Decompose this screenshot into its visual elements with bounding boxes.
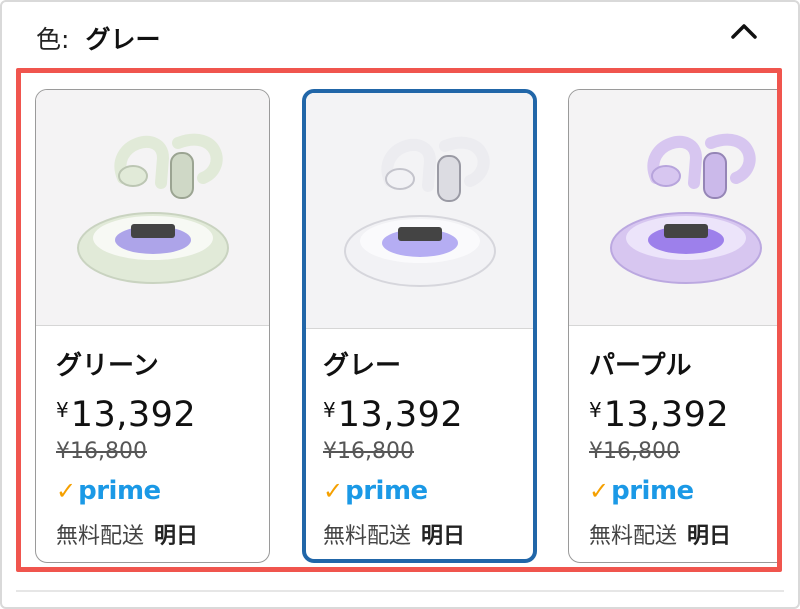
product-image: [569, 90, 777, 326]
variant-name: グレー: [323, 351, 402, 381]
prime-badge: ✓ prime: [323, 476, 525, 506]
prime-check-icon: ✓: [323, 477, 344, 505]
product-image: [36, 90, 269, 326]
variant-price: ¥13,392: [56, 390, 261, 435]
prime-badge: ✓ prime: [589, 476, 777, 506]
variant-card-purple[interactable]: パープル ¥13,392 ¥16,800 ✓ prime 無料配送 明日: [568, 89, 777, 563]
prime-label: prime: [611, 476, 694, 506]
earbuds-icon: [343, 136, 496, 287]
variant-name: グリーン: [56, 351, 159, 381]
shipping-info: 無料配送 明日: [56, 518, 261, 550]
prime-check-icon: ✓: [56, 477, 77, 505]
prime-label: prime: [78, 476, 161, 506]
shipping-label: 無料配送: [56, 524, 145, 549]
variant-card-green[interactable]: グリーン ¥13,392 ¥16,800 ✓ prime 無料配送 明日: [35, 89, 270, 563]
color-selection-header: 色: グレー: [36, 18, 160, 58]
variant-price: ¥13,392: [323, 390, 525, 435]
price-amount: 13,392: [337, 395, 464, 435]
currency-symbol: ¥: [323, 398, 336, 422]
shipping-info: 無料配送 明日: [589, 518, 777, 550]
variant-card-gray[interactable]: グレー ¥13,392 ¥16,800 ✓ prime 無料配送 明日: [302, 89, 537, 563]
shipping-label: 無料配送: [323, 524, 412, 549]
prime-label: prime: [345, 476, 428, 506]
earbuds-icon: [76, 133, 229, 284]
shipping-when: 明日: [154, 524, 199, 549]
currency-symbol: ¥: [589, 398, 602, 422]
divider: [16, 590, 784, 592]
highlight-box: グリーン ¥13,392 ¥16,800 ✓ prime 無料配送 明日 グレー…: [16, 68, 782, 572]
prime-badge: ✓ prime: [56, 476, 261, 506]
shipping-when: 明日: [687, 524, 732, 549]
price-amount: 13,392: [70, 395, 197, 435]
list-price: ¥16,800: [589, 439, 680, 464]
list-price: ¥16,800: [323, 439, 414, 464]
variant-name: パープル: [589, 351, 692, 381]
prime-check-icon: ✓: [589, 477, 610, 505]
currency-symbol: ¥: [56, 398, 69, 422]
selected-color-value: グレー: [85, 25, 161, 54]
color-label: 色:: [36, 25, 70, 54]
shipping-info: 無料配送 明日: [323, 518, 525, 550]
product-image: [306, 93, 533, 329]
variant-price: ¥13,392: [589, 390, 777, 435]
variant-selector-panel: 色: グレー グリーン ¥13,392 ¥16,800 ✓ prime 無料配送…: [0, 0, 800, 609]
earbuds-icon: [609, 133, 762, 284]
price-amount: 13,392: [603, 395, 730, 435]
shipping-when: 明日: [421, 524, 466, 549]
list-price: ¥16,800: [56, 439, 147, 464]
shipping-label: 無料配送: [589, 524, 678, 549]
chevron-up-icon[interactable]: [726, 16, 762, 46]
